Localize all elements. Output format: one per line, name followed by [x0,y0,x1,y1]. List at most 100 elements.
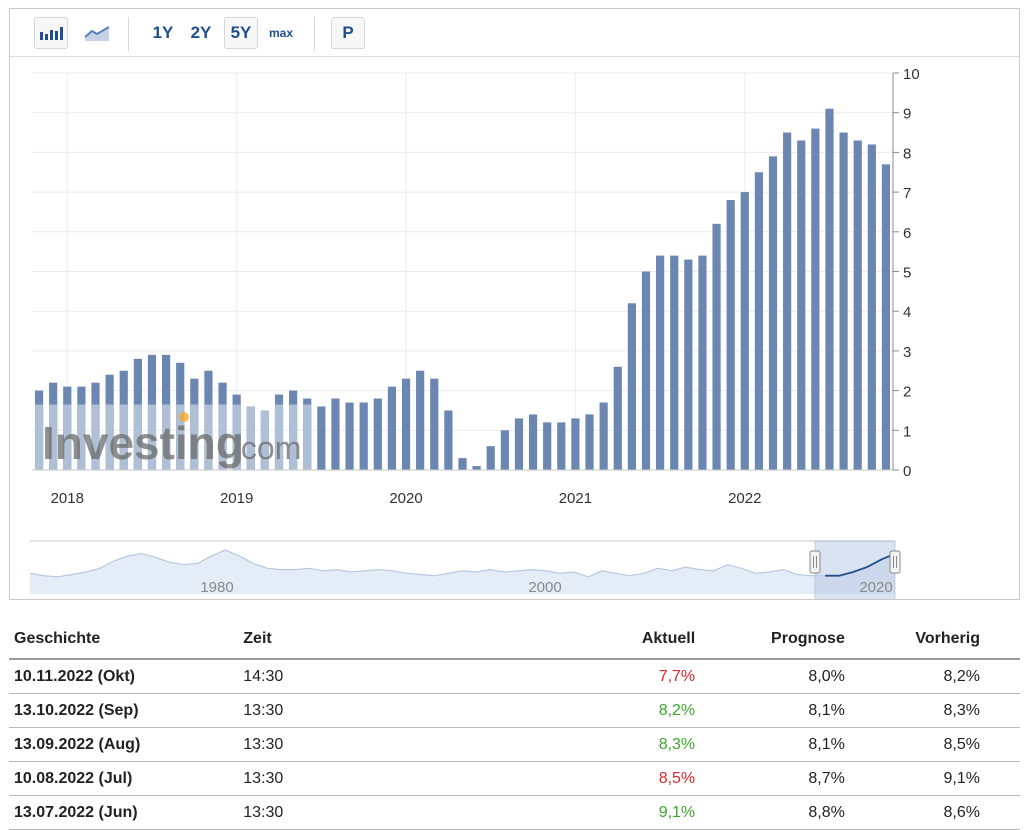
x-tick-label: 2022 [728,490,761,507]
bar[interactable] [585,414,594,470]
bar[interactable] [500,430,509,470]
bar[interactable] [345,402,354,470]
cell-forecast: 8,1% [700,693,850,728]
bar[interactable] [528,414,538,470]
x-tick-label: 2020 [389,490,422,507]
bar[interactable] [557,422,566,470]
bar[interactable] [486,446,495,470]
cell-actual: 8,2% [482,693,701,728]
bar[interactable] [444,410,453,470]
bar-chart: Investing .com 109876543210 2018 2019 2020… [29,66,920,599]
range-navigator[interactable]: 1980 2000 2020 [29,540,901,599]
cell-previous: 8,2% [849,659,1020,694]
cell-date: 13.07.2022 (Jun) [9,795,239,830]
bar[interactable] [698,255,707,470]
cell-forecast: 8,8% [700,795,850,830]
bar[interactable] [416,370,425,470]
watermark-dot-icon [179,412,189,422]
cell-actual: 7,7% [482,659,701,694]
line-chart-button[interactable] [80,17,114,49]
navigator-handle-right[interactable] [889,550,901,574]
bar[interactable] [853,140,862,470]
navigator-tick-label: 2000 [528,579,561,596]
cell-forecast: 8,7% [700,761,850,796]
cell-previous: 8,3% [849,693,1020,728]
chart-toolbar: 1Y 2Y 5Y max P [10,9,1019,57]
col-header-zeit[interactable]: Zeit [238,620,483,660]
cell-date: 13.10.2022 (Sep) [9,693,239,728]
bar[interactable] [768,156,778,470]
cell-time: 14:30 [238,659,483,694]
navigator-handle-left[interactable] [809,550,821,574]
bar[interactable] [825,108,834,471]
cell-previous: 8,5% [849,727,1020,762]
bar[interactable] [797,140,806,470]
y-tick-label: 9 [903,106,911,123]
y-tick-label: 5 [903,265,911,282]
chart-container: 1Y 2Y 5Y max P Investing .com 10 9 8 7 6 5 4 3 2… [9,8,1020,600]
bar[interactable] [627,303,636,470]
col-header-prognose[interactable]: Prognose [700,620,850,660]
bar[interactable] [401,378,411,470]
range-1y-button[interactable]: 1Y [148,17,178,49]
bar[interactable] [726,200,735,471]
bar[interactable] [754,172,764,470]
table-row: 10.11.2022 (Okt) 14:30 7,7% 8,0% 8,2% [9,659,1020,694]
bar[interactable] [656,255,665,470]
y-tick-label: 10 [903,66,920,83]
bar[interactable] [783,132,792,471]
x-tick-label: 2021 [559,490,592,507]
bar[interactable] [839,132,848,471]
watermark-main: Investing [42,417,244,469]
bar[interactable] [317,406,326,470]
bar[interactable] [599,402,608,470]
bar[interactable] [430,378,439,470]
cell-date: 10.11.2022 (Okt) [9,659,239,694]
table-header-row: Geschichte Zeit Aktuell Prognose Vorheri… [9,620,1020,660]
col-header-aktuell[interactable]: Aktuell [482,620,701,660]
col-header-geschichte[interactable]: Geschichte [9,620,239,660]
bar[interactable] [543,422,552,470]
bar[interactable] [740,192,749,470]
table-row: 13.09.2022 (Aug) 13:30 8,3% 8,1% 8,5% [9,727,1020,762]
bar[interactable] [712,223,721,470]
bar[interactable] [881,164,891,470]
cell-previous: 8,6% [849,795,1020,830]
bar[interactable] [684,259,693,470]
bar[interactable] [331,398,340,470]
cell-actual: 8,3% [482,727,701,762]
bar[interactable] [811,128,820,470]
bar[interactable] [472,466,481,470]
cell-date: 13.09.2022 (Aug) [9,727,239,762]
y-tick-label: 7 [903,185,911,202]
range-5y-button[interactable]: 5Y [224,17,258,49]
cell-previous: 9,1% [849,761,1020,796]
bar[interactable] [514,418,524,470]
bar-overlay [303,404,312,470]
bar-chart-button[interactable] [34,17,68,49]
range-2y-button[interactable]: 2Y [186,17,216,49]
y-tick-label: 4 [903,304,911,321]
range-max-button[interactable]: max [264,17,298,49]
toolbar-separator [128,17,129,51]
bar-chart-icon [40,27,63,40]
bar[interactable] [359,402,368,470]
table-row: 13.07.2022 (Jun) 13:30 9,1% 8,8% 8,6% [9,795,1020,830]
cell-date: 10.08.2022 (Jul) [9,761,239,796]
bar[interactable] [458,458,467,470]
bar[interactable] [373,398,382,470]
watermark-suffix: .com [232,430,301,466]
bar[interactable] [670,255,679,470]
cell-time: 13:30 [238,795,483,830]
y-tick-label: 1 [903,423,911,440]
bar[interactable] [571,418,580,470]
cell-actual: 9,1% [482,795,701,830]
col-header-vorherig[interactable]: Vorherig [849,620,1020,660]
history-table: Geschichte Zeit Aktuell Prognose Vorheri… [9,620,1020,830]
p-button[interactable]: P [331,17,365,49]
bar[interactable] [641,271,651,471]
bar[interactable] [613,366,622,470]
table-row: 13.10.2022 (Sep) 13:30 8,2% 8,1% 8,3% [9,693,1020,728]
bar[interactable] [387,386,397,470]
bar[interactable] [867,144,876,470]
